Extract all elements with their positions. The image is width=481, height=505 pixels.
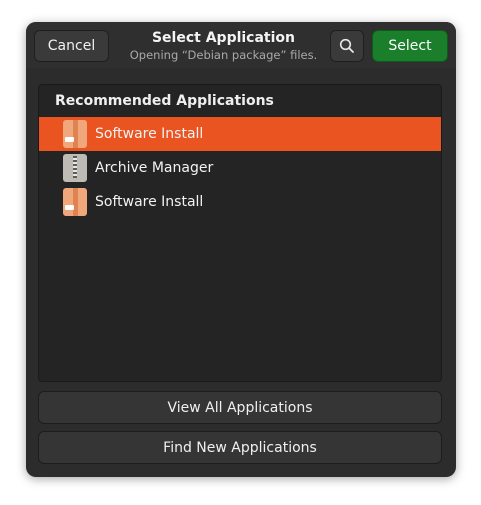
list-item-label: Software Install	[95, 126, 204, 142]
software-install-icon	[63, 188, 87, 216]
dialog-title: Select Application	[151, 30, 296, 46]
select-application-dialog: Cancel Select Application Opening “Debia…	[26, 22, 456, 477]
software-install-icon	[63, 120, 87, 148]
list-item-archive-manager[interactable]: Archive Manager	[39, 151, 441, 185]
cancel-button[interactable]: Cancel	[34, 30, 109, 62]
recommended-applications-list: Recommended Applications Software Instal…	[38, 84, 442, 382]
view-all-applications-button[interactable]: View All Applications	[38, 391, 442, 424]
dialog-subtitle: Opening “Debian package” files.	[129, 48, 318, 62]
header-bar: Cancel Select Application Opening “Debia…	[26, 22, 456, 68]
list-item-label: Archive Manager	[95, 160, 214, 176]
dialog-title-area: Select Application Opening “Debian packa…	[126, 30, 321, 62]
list-item-software-install[interactable]: Software Install	[39, 117, 441, 151]
archive-manager-icon	[63, 154, 87, 182]
section-heading: Recommended Applications	[55, 93, 274, 109]
list-item-software-install-2[interactable]: Software Install	[39, 185, 441, 219]
list-item-label: Software Install	[95, 194, 204, 210]
select-button[interactable]: Select	[372, 30, 448, 62]
find-new-applications-button[interactable]: Find New Applications	[38, 431, 442, 464]
search-icon	[339, 38, 354, 53]
search-button[interactable]	[330, 30, 364, 62]
